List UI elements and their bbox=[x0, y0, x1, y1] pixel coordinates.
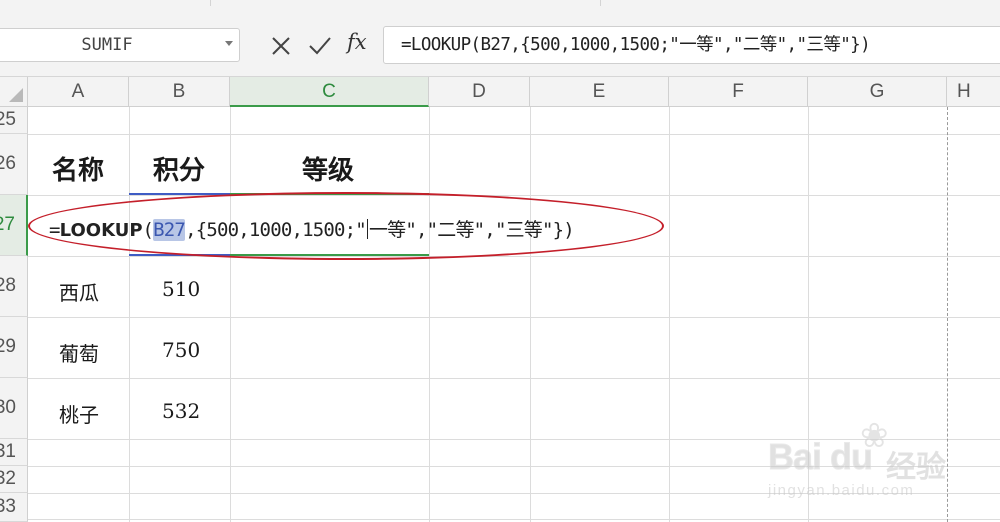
formula-bar: SUMIF fx =LOOKUP(B27,{500,1000,1500;"一等"… bbox=[0, 12, 1000, 77]
name-box[interactable]: SUMIF bbox=[0, 28, 240, 62]
grid-line bbox=[28, 256, 1000, 257]
row-label: 25 bbox=[0, 109, 16, 130]
row-label: 30 bbox=[0, 397, 16, 418]
select-all-corner[interactable] bbox=[0, 77, 28, 107]
grid-line bbox=[429, 107, 430, 522]
cell-a29[interactable]: 葡萄 bbox=[59, 338, 99, 367]
row-header-27[interactable]: 27 bbox=[0, 195, 28, 256]
grid-line bbox=[230, 107, 231, 522]
row-header-32[interactable]: 32 bbox=[0, 466, 28, 493]
row-header-29[interactable]: 29 bbox=[0, 317, 28, 378]
grid-line bbox=[28, 134, 1000, 135]
formula-input[interactable]: =LOOKUP(B27,{500,1000,1500;"一等","二等","三等… bbox=[383, 26, 1000, 64]
grid-line bbox=[669, 107, 670, 522]
row-header-26[interactable]: 26 bbox=[0, 134, 28, 195]
column-label: F bbox=[732, 81, 744, 102]
grid-line bbox=[129, 107, 130, 522]
column-header-a[interactable]: A bbox=[28, 77, 129, 107]
row-header-30[interactable]: 30 bbox=[0, 378, 28, 439]
column-label: C bbox=[322, 81, 336, 102]
cell-c26[interactable]: 等级 bbox=[302, 150, 354, 187]
column-header-d[interactable]: D bbox=[429, 77, 530, 107]
row-label: 31 bbox=[0, 441, 16, 462]
column-label: A bbox=[71, 81, 85, 102]
chevron-down-icon[interactable] bbox=[225, 41, 233, 46]
row-label: 29 bbox=[0, 336, 16, 357]
column-label: D bbox=[472, 81, 486, 102]
select-all-triangle-icon bbox=[9, 88, 23, 102]
cell-b28[interactable]: 510 bbox=[162, 277, 200, 301]
cell-a26[interactable]: 名称 bbox=[52, 150, 104, 187]
row-header-33[interactable]: 33 bbox=[0, 493, 28, 522]
cell-b29[interactable]: 750 bbox=[162, 338, 200, 362]
checkmark-icon[interactable] bbox=[306, 32, 334, 60]
column-header-g[interactable]: G bbox=[808, 77, 947, 107]
column-header-f[interactable]: F bbox=[669, 77, 808, 107]
row-header-31[interactable]: 31 bbox=[0, 439, 28, 466]
grid-line bbox=[28, 195, 1000, 196]
cell-a28[interactable]: 西瓜 bbox=[59, 277, 99, 306]
cell-b30[interactable]: 532 bbox=[162, 399, 200, 423]
row-label: 28 bbox=[0, 275, 16, 296]
column-label: B bbox=[172, 81, 186, 102]
column-header-h[interactable]: H bbox=[947, 77, 1000, 107]
tab-divider bbox=[210, 0, 601, 6]
watermark-logo: Bai du bbox=[767, 436, 873, 478]
cell-b26[interactable]: 积分 bbox=[153, 150, 205, 187]
formula-text: =LOOKUP(B27,{500,1000,1500;"一等","二等","三等… bbox=[401, 35, 871, 55]
tab-divider bbox=[0, 0, 211, 6]
column-label: E bbox=[592, 81, 606, 102]
grid-line bbox=[28, 317, 1000, 318]
column-label: H bbox=[957, 81, 971, 102]
annotation-ellipse bbox=[28, 192, 664, 260]
column-label: G bbox=[869, 81, 885, 102]
grid-line bbox=[28, 378, 1000, 379]
column-header-e[interactable]: E bbox=[530, 77, 669, 107]
baidu-jingyan-watermark: ❀ Bai du 经验 jingyan.baidu.com bbox=[767, 416, 948, 518]
row-label: 33 bbox=[0, 496, 16, 517]
watermark-url: jingyan.baidu.com bbox=[768, 482, 915, 499]
name-box-value: SUMIF bbox=[81, 35, 133, 55]
cell-a30[interactable]: 桃子 bbox=[59, 399, 99, 428]
fx-icon[interactable]: fx bbox=[347, 30, 367, 54]
row-label: 26 bbox=[0, 153, 16, 174]
grid-line bbox=[530, 107, 531, 522]
column-header-b[interactable]: B bbox=[129, 77, 230, 107]
close-icon[interactable] bbox=[267, 32, 295, 60]
column-header-c[interactable]: C bbox=[230, 77, 429, 107]
row-header-25[interactable]: 25 bbox=[0, 107, 28, 134]
grid-line bbox=[28, 519, 1000, 520]
row-label: 32 bbox=[0, 468, 16, 489]
row-label: 27 bbox=[0, 214, 15, 235]
watermark-text: 经验 bbox=[886, 450, 946, 485]
row-header-28[interactable]: 28 bbox=[0, 256, 28, 317]
